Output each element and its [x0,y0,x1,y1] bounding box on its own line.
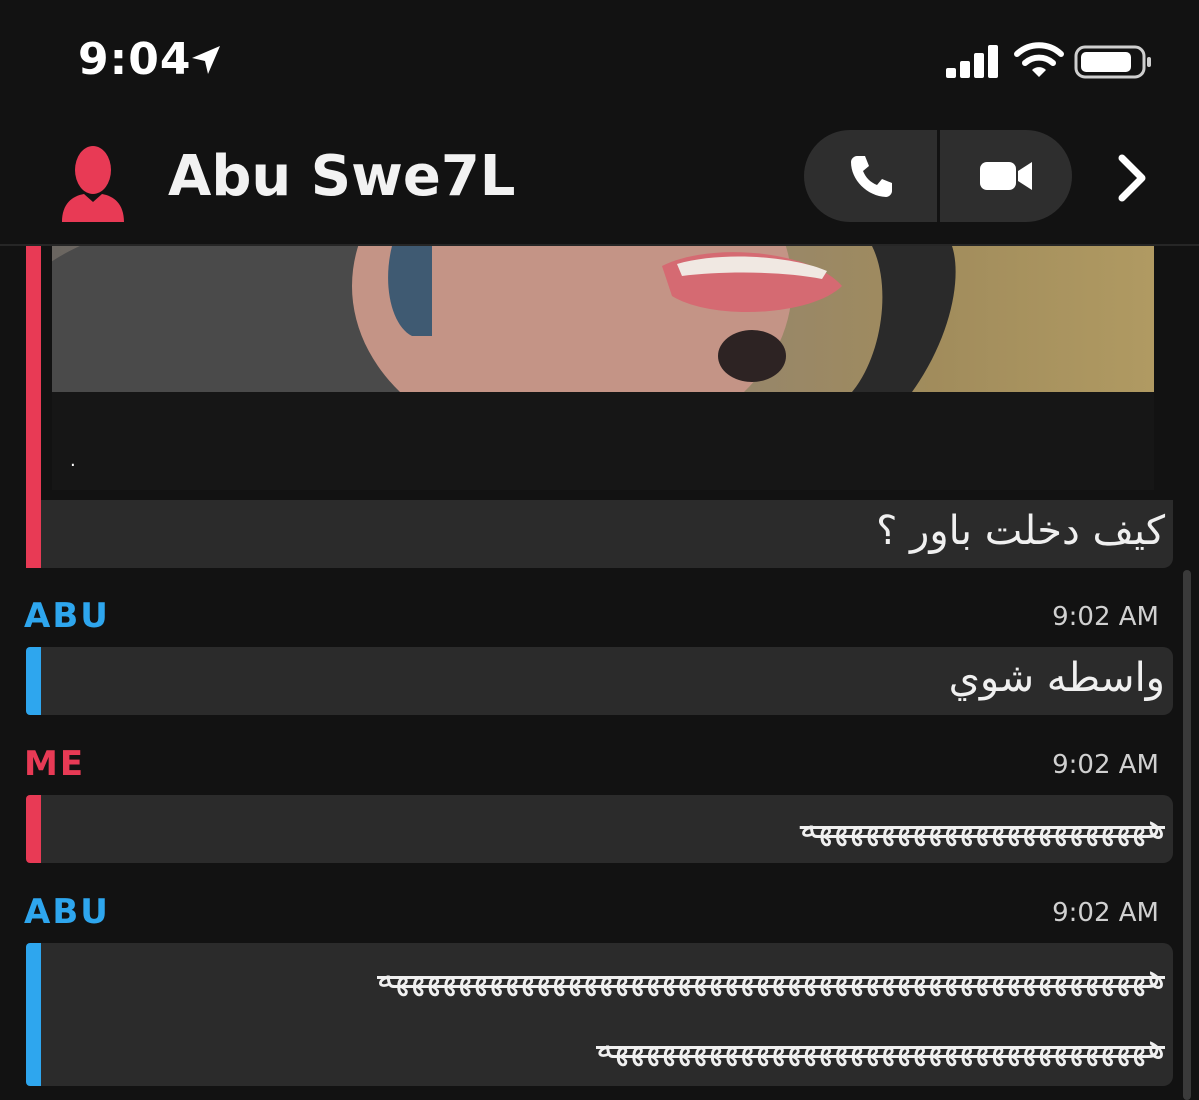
contact-name[interactable]: Abu Swe7L [168,144,515,209]
location-arrow-icon [192,46,220,74]
sender-label: ABU [24,596,110,636]
message-timestamp: 9:02 AM [1052,750,1159,780]
message-text: كيف دخلت باور ؟ [876,508,1165,554]
battery-icon [1074,45,1151,79]
message-bubble[interactable]: هههههههههههههههههههههههههههههههههههههههه… [41,943,1173,1086]
message-accent-bar [26,795,41,863]
video-camera-icon [980,162,1032,190]
chevron-right-icon[interactable] [1112,150,1152,206]
sender-label: ME [24,744,86,784]
message-text-line: هههههههههههههههههههههههههههههههههههههههه… [376,957,1165,997]
chat-header: Abu Swe7L [0,120,1199,246]
snap-photo [52,246,1154,392]
message-bubble[interactable]: ههههههههههههههههههههههه [41,795,1173,863]
call-button-group [804,130,1072,222]
message-accent-bar [26,246,41,568]
message-accent-bar [26,943,41,1086]
cellular-signal-icon [946,45,998,78]
snap-caption: . [70,450,76,471]
status-bar: 9:04 [0,0,1199,120]
message-text: واسطه شوي [948,655,1165,701]
chat-thread[interactable]: . كيف دخلت باور ؟ ABU 9:02 AM واسطه شوي … [0,246,1199,1100]
message-bubble[interactable]: واسطه شوي [41,647,1173,715]
message-timestamp: 9:02 AM [1052,898,1159,928]
video-call-button[interactable] [940,130,1072,222]
avatar-icon[interactable] [58,142,128,222]
status-time: 9:04 [78,34,192,85]
snap-media[interactable]: . [52,246,1154,490]
scrollbar[interactable] [1183,570,1191,1100]
phone-icon [850,156,892,197]
message-text-line: هههههههههههههههههههههههههههههههههههه [595,1027,1165,1067]
message-timestamp: 9:02 AM [1052,602,1159,632]
sender-label: ABU [24,892,110,932]
wifi-icon [1014,42,1064,77]
message-accent-bar [26,647,41,715]
snap-caption-band: . [52,392,1154,490]
message-bubble[interactable]: كيف دخلت باور ؟ [41,500,1173,568]
voice-call-button[interactable] [804,130,937,222]
message-text: ههههههههههههههههههههههه [799,807,1165,847]
